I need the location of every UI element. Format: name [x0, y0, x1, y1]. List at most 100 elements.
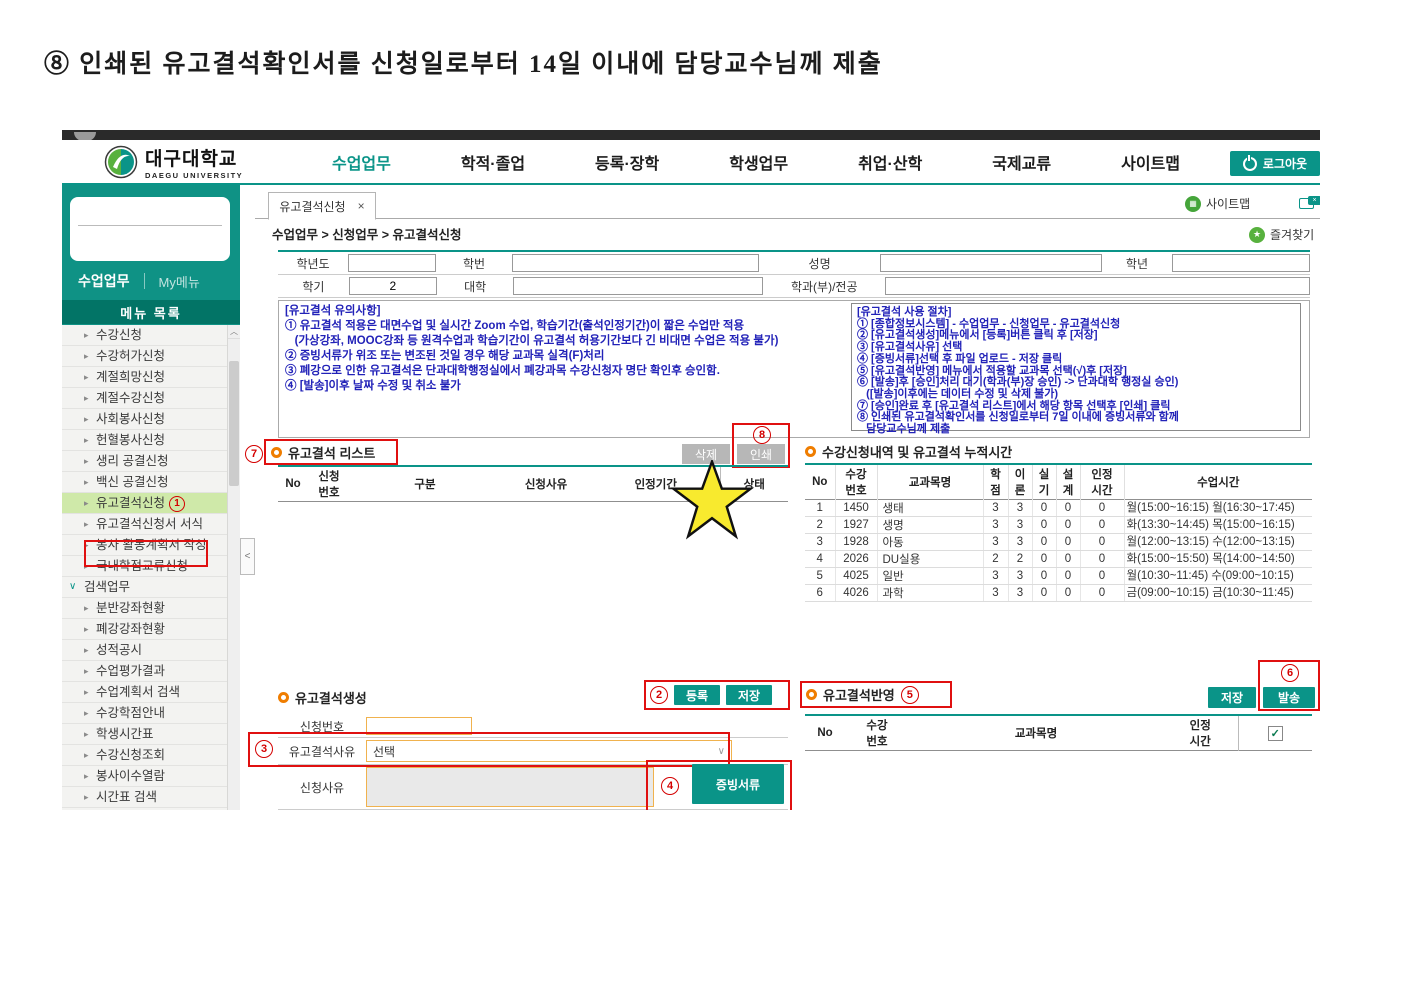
sidebar-item[interactable]: ▸헌혈봉사신청 [62, 430, 240, 451]
nav-student[interactable]: 학생업무 [729, 150, 788, 174]
nav-registration[interactable]: 등록·장학 [595, 150, 659, 174]
tab-absence-apply[interactable]: 유고결석신청 × [268, 192, 376, 220]
sidebar-item[interactable]: ▸수강신청조회 [62, 745, 240, 766]
course-row[interactable]: 21927 생명 33 00 0화(13:30~14:45) 목(15:00~1… [805, 517, 1312, 534]
university-logo: 대구대학교 DAEGU UNIVERSITY [104, 144, 243, 180]
scroll-up-icon[interactable]: ︿ [228, 325, 240, 339]
logout-button[interactable]: 로그아웃 [1230, 151, 1320, 176]
student-info-form: 학년도 학번 성명 학년 학기 대학 학과(부)/전공 [278, 250, 1310, 298]
window-switch-icon[interactable]: × [1299, 196, 1320, 210]
create-title-row: 유고결석생성 [278, 688, 367, 707]
courses-table: No 수강 번호 교과목명 학 점 이 론 실 기 설 계 인정 시간 수업시간… [805, 463, 1312, 602]
course-row[interactable]: 42026 DU실용 22 00 0화(15:00~15:50) 목(14:00… [805, 551, 1312, 568]
star-annotation [670, 460, 754, 542]
sidebar-item[interactable]: ▸수강신청 [62, 325, 240, 346]
menu-arrow-icon: ▸ [84, 472, 89, 492]
sidebar-item[interactable]: ▸계절희망신청 [62, 367, 240, 388]
grade-input[interactable] [1172, 254, 1310, 272]
sidebar-tab-mymenu[interactable]: My메뉴 [159, 272, 200, 291]
scrollbar-thumb[interactable] [229, 361, 239, 486]
sidebar-item[interactable]: ▸유고결석신청서 서식 [62, 514, 240, 535]
menu-list-title: 메뉴 목록 [62, 300, 240, 324]
sidebar-item[interactable]: ▸수업계획서 검색 [62, 682, 240, 703]
university-logo-icon [104, 145, 138, 179]
sidebar-collapse-handle[interactable]: < [240, 538, 255, 575]
close-icon[interactable]: × [358, 199, 365, 213]
tabstrip-divider [255, 218, 1320, 219]
dept-input[interactable] [885, 277, 1310, 295]
main-nav: 수업업무 학적·졸업 등록·장학 학생업무 취업·산학 국제교류 사이트맵 [297, 140, 1215, 183]
sitemap-shortcut[interactable]: ▦ 사이트맵 [1185, 195, 1250, 212]
term-label: 학기 [278, 278, 349, 295]
attach-docs-button[interactable]: 증빙서류 [692, 764, 784, 804]
nav-sitemap[interactable]: 사이트맵 [1121, 150, 1180, 174]
detail-reason-textarea[interactable] [366, 767, 654, 807]
sidebar-item[interactable]: ▸학생시간표 [62, 724, 240, 745]
sidebar-item[interactable]: ▸분반강좌현황 [62, 598, 240, 619]
menu-arrow-icon: ▸ [84, 766, 89, 786]
courses-title: 수강신청내역 및 유고결석 누적시간 [822, 442, 1012, 461]
chevron-down-icon: ∨ [718, 746, 725, 757]
annotation-badge-3: 3 [255, 740, 273, 758]
portal-window: 대구대학교 DAEGU UNIVERSITY 수업업무 학적·졸업 등록·장학 … [62, 130, 1320, 810]
course-row[interactable]: 11450 생태 33 00 0월(15:00~16:15) 월(16:30~1… [805, 500, 1312, 517]
sidebar-section-search[interactable]: ∨검색업무 [62, 577, 240, 598]
register-callout-box: 2 등록 저장 [644, 680, 790, 710]
sidebar-item[interactable]: ▸수강허가신청 [62, 346, 240, 367]
nav-career[interactable]: 취업·산학 [858, 150, 922, 174]
notice-caution: [유고결석 유의사항] ① 유고결석 적용은 대면수업 및 실시간 Zoom 수… [285, 304, 845, 394]
menu-arrow-icon: ▸ [84, 451, 89, 471]
notice-procedure: [유고결석 사용 절차] ① [종합정보시스템] - 수업업무 - 신청업무 -… [851, 303, 1301, 431]
sidebar-item[interactable]: ▸봉사이수열람 [62, 766, 240, 787]
college-input[interactable] [513, 277, 763, 295]
favorite-shortcut[interactable]: ★ 즐겨찾기 [1249, 226, 1314, 243]
menu-arrow-icon: ▸ [84, 808, 89, 810]
name-input[interactable] [880, 254, 1102, 272]
sidebar-item[interactable]: ▸계절수강신청 [62, 388, 240, 409]
nav-records[interactable]: 학적·졸업 [461, 150, 525, 174]
sidebar-item[interactable]: ▸교과목개요(교과) [62, 808, 240, 810]
studentno-input[interactable] [512, 254, 759, 272]
sidebar-item[interactable]: ▸생리 공결신청 [62, 451, 240, 472]
year-label: 학년도 [278, 255, 348, 272]
sidebar-item[interactable]: ▸백신 공결신청 [62, 472, 240, 493]
sidebar-item[interactable]: ▸국내학점교류신청 [62, 556, 240, 577]
apply-title-box: 유고결석반영 5 [800, 681, 952, 708]
nav-international[interactable]: 국제교류 [992, 150, 1051, 174]
col-reason: 신청사유 [500, 466, 592, 502]
window-top-strip [62, 130, 1320, 140]
sidebar-tab-classwork[interactable]: 수업업무 [78, 271, 130, 291]
reason-type-label: 유고결석사유 [278, 743, 366, 760]
select-all-checkbox[interactable]: ✓ [1268, 726, 1283, 741]
sidebar-item[interactable]: ▸수업평가결과 [62, 661, 240, 682]
absence-list-title: 유고결석 리스트 [288, 443, 375, 462]
create-save-button[interactable]: 저장 [726, 685, 772, 705]
section-bullet-icon [806, 689, 817, 700]
sidebar-item[interactable]: ▸사회봉사신청 [62, 409, 240, 430]
sidebar-item[interactable]: ▸성적공시 [62, 640, 240, 661]
apply-save-button[interactable]: 저장 [1208, 687, 1256, 708]
page-instruction: ⑧ 인쇄된 유고결석확인서를 신청일로부터 14일 이내에 담당교수님께 제출 [44, 44, 883, 80]
menu-arrow-icon: ▸ [84, 787, 89, 807]
menu-arrow-icon: ▸ [84, 619, 89, 639]
course-row[interactable]: 64026 과학 33 00 0금(09:00~10:15) 금(10:30~1… [805, 585, 1312, 602]
sidebar-item-absence-apply[interactable]: ▸유고결석신청1 [62, 493, 240, 514]
sidebar-item[interactable]: ▸폐강강좌현황 [62, 619, 240, 640]
year-input[interactable] [348, 254, 436, 272]
sidebar-item[interactable]: ▸봉사 활동계획서 작성 [62, 535, 240, 556]
sidebar-scrollbar[interactable]: ︿ [227, 325, 240, 810]
sidebar-item[interactable]: ▸시간표 검색 [62, 787, 240, 808]
course-row[interactable]: 31928 아동 33 00 0월(12:00~13:15) 수(12:00~1… [805, 534, 1312, 551]
register-button[interactable]: 등록 [674, 685, 720, 705]
annotation-badge-7: 7 [245, 445, 263, 463]
header-divider [62, 183, 1320, 185]
term-input[interactable] [349, 277, 437, 295]
absence-list-title-box: 유고결석 리스트 [264, 439, 398, 465]
nav-classwork[interactable]: 수업업무 [332, 150, 391, 174]
annotation-badge-5: 5 [901, 686, 919, 704]
course-row[interactable]: 54025 일반 33 00 0월(10:30~11:45) 수(09:00~1… [805, 568, 1312, 585]
send-button[interactable]: 발송 [1263, 687, 1315, 708]
reason-type-select[interactable]: 선택 ∨ [366, 740, 732, 762]
sidebar-item[interactable]: ▸수강학점안내 [62, 703, 240, 724]
applyno-input[interactable] [366, 717, 472, 735]
